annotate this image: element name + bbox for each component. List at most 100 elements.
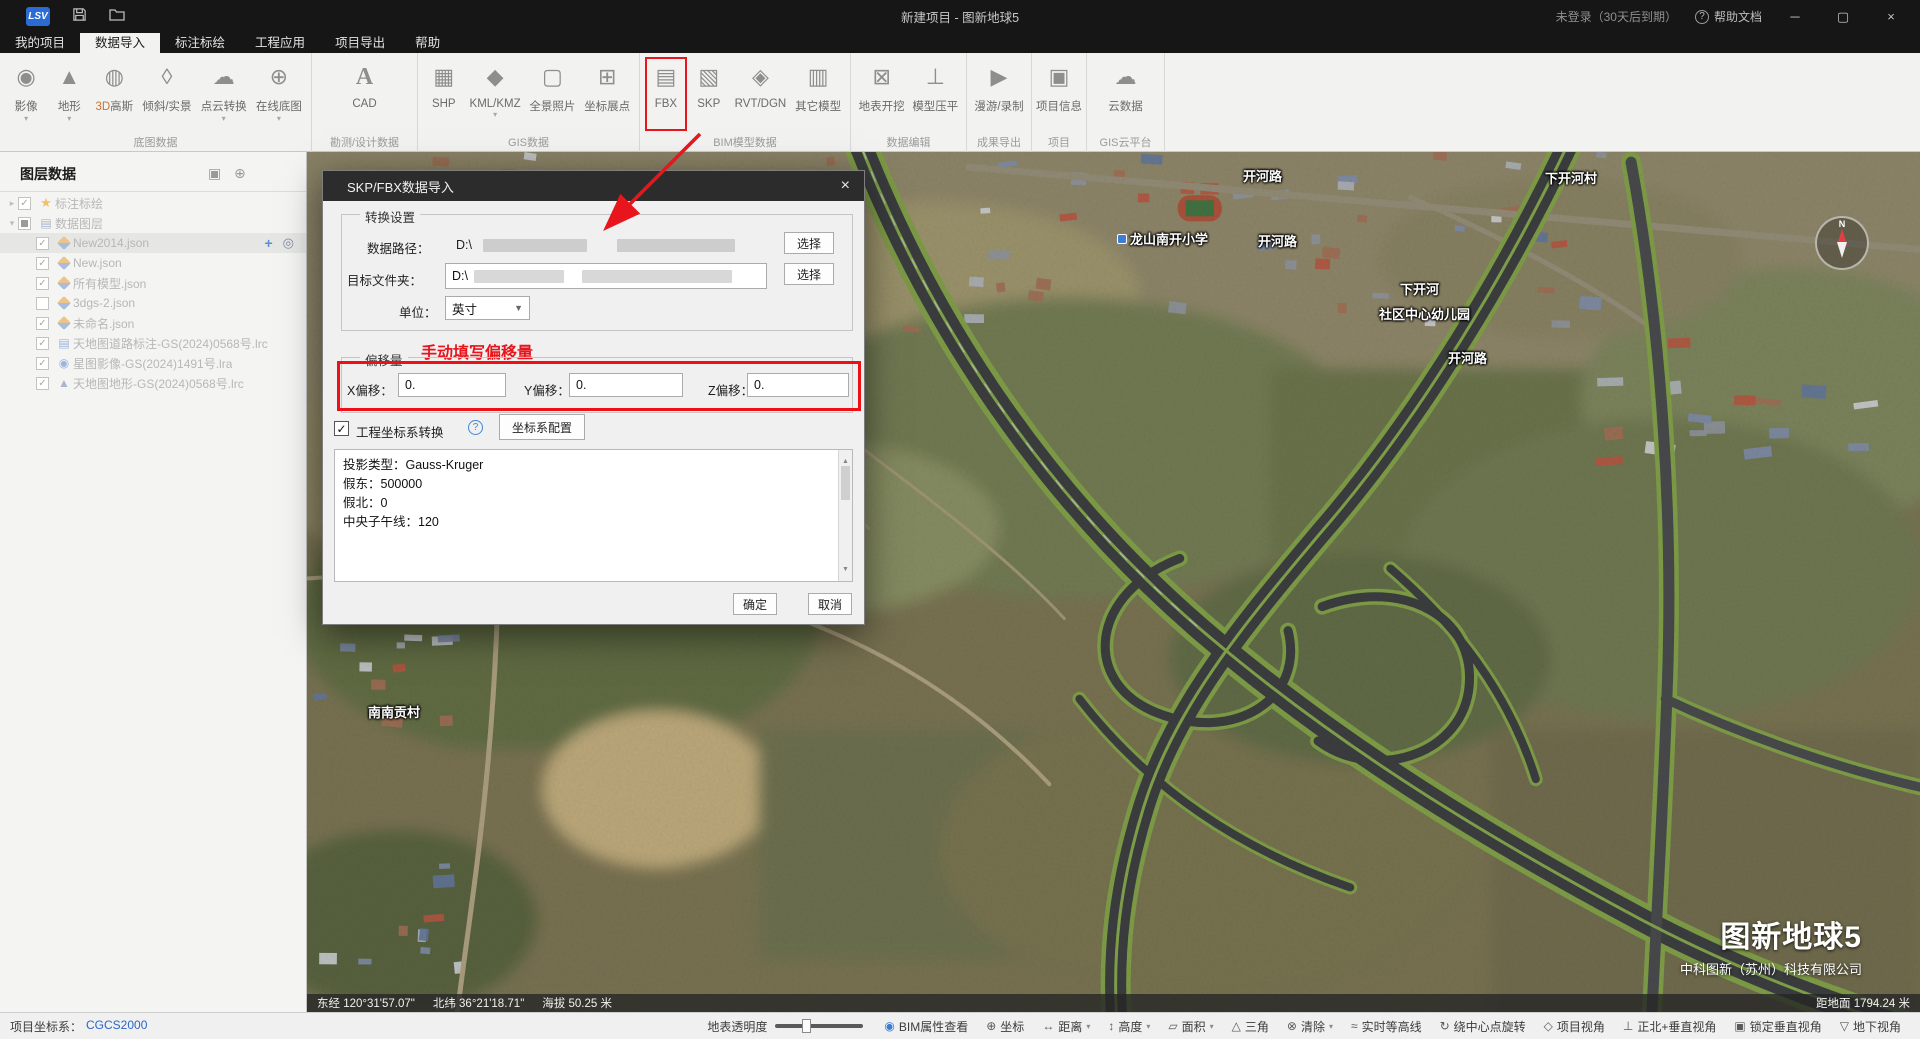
close-button[interactable]: × — [1876, 9, 1906, 24]
dialog-titlebar[interactable]: SKP/FBX数据导入 × — [323, 171, 864, 201]
layer-tree-item[interactable]: ✓New.json — [0, 253, 306, 273]
layer-checkbox[interactable] — [18, 217, 31, 230]
ribbon-button[interactable]: ACAD — [348, 60, 382, 110]
menu-tab[interactable]: 标注标绘 — [160, 33, 240, 53]
menu-tab[interactable]: 我的项目 — [0, 33, 80, 53]
layer-checkbox[interactable]: ✓ — [18, 197, 31, 210]
status-tool-BIM属性查看[interactable]: ◉BIM属性查看 — [877, 1013, 975, 1039]
layer-tree-item[interactable]: ✓▤天地图道路标注-GS(2024)0568号.lrc — [0, 333, 306, 353]
status-tool-绕中心点旋转[interactable]: ↻绕中心点旋转 — [1433, 1013, 1533, 1039]
zoom-to-layer-icon[interactable]: ◎ — [283, 235, 294, 251]
ribbon-button[interactable]: ◉影像▾ — [9, 60, 43, 122]
help-doc-button[interactable]: ?帮助文档 — [1695, 8, 1762, 25]
layer-tree-item[interactable]: ▾▤数据图层 — [0, 213, 306, 233]
ribbon-button[interactable]: ▤FBX — [649, 60, 683, 110]
ribbon-button[interactable]: ▥其它模型 — [795, 60, 841, 114]
slider-handle[interactable] — [802, 1019, 811, 1033]
status-tool-锁定垂直视角[interactable]: ▣锁定垂直视角 — [1727, 1013, 1828, 1039]
menu-tab[interactable]: 项目导出 — [320, 33, 400, 53]
projection-info-box[interactable]: 投影类型：Gauss-Kruger 假东：500000 假北：0 中央子午线：1… — [334, 449, 853, 582]
ribbon-button[interactable]: ▶漫游/录制 — [974, 60, 1023, 114]
ribbon-button[interactable]: ☁点云转换▾ — [201, 60, 247, 122]
layer-checkbox[interactable]: ✓ — [36, 257, 49, 270]
status-tool-高度[interactable]: ↕高度▾ — [1101, 1013, 1157, 1039]
layer-checkbox[interactable]: ✓ — [36, 357, 49, 370]
x-offset-input[interactable]: 0. — [398, 373, 506, 397]
y-offset-input[interactable]: 0. — [569, 373, 683, 397]
status-tool-地下视角[interactable]: ▽地下视角 — [1833, 1013, 1908, 1039]
ribbon-button[interactable]: ⊠地表开挖 — [859, 60, 905, 114]
scrollbar[interactable]: ▲ ▼ — [838, 450, 852, 581]
ribbon-button[interactable]: ⊞坐标展点 — [584, 60, 630, 114]
ribbon-button[interactable]: ▧SKP — [692, 60, 726, 110]
compass[interactable]: N — [1815, 216, 1869, 270]
ribbon-button[interactable]: ▦SHP — [427, 60, 461, 110]
scrollbar-thumb[interactable] — [841, 466, 850, 500]
crs-config-button[interactable]: 坐标系配置 — [499, 414, 585, 440]
ribbon-button[interactable]: ⊥模型压平 — [912, 60, 958, 114]
add-folder-icon[interactable]: ▣ — [208, 165, 221, 182]
layer-tree-item[interactable]: 3dgs-2.json — [0, 293, 306, 313]
crs-convert-checkbox[interactable]: ✓ — [334, 421, 349, 436]
status-tool-三角[interactable]: △三角 — [1225, 1013, 1276, 1039]
move-layer-icon[interactable]: + — [264, 235, 272, 251]
browse-data-path-button[interactable]: 选择 — [784, 232, 834, 254]
maximize-button[interactable]: ▢ — [1828, 9, 1858, 25]
layer-checkbox[interactable]: ✓ — [36, 237, 49, 250]
menu-tab[interactable]: 数据导入 — [80, 33, 160, 53]
project-crs-value[interactable]: CGCS2000 — [86, 1018, 147, 1035]
ribbon-button[interactable]: ◈RVT/DGN — [735, 60, 787, 110]
menu-tab[interactable]: 工程应用 — [240, 33, 320, 53]
status-tool-实时等高线[interactable]: ≈实时等高线 — [1344, 1013, 1429, 1039]
layer-tree-item[interactable]: ✓◉星图影像-GS(2024)1491号.lra — [0, 353, 306, 373]
layer-checkbox[interactable]: ✓ — [36, 277, 49, 290]
layer-checkbox[interactable]: ✓ — [36, 377, 49, 390]
dialog-close-icon[interactable]: × — [841, 177, 850, 195]
login-status[interactable]: 未登录（30天后到期） — [1556, 8, 1677, 25]
target-folder-input[interactable]: D:\ — [445, 263, 767, 289]
ribbon-button[interactable]: ◆KML/KMZ▾ — [470, 60, 521, 118]
expander-icon[interactable]: ▸ — [6, 198, 18, 209]
chevron-down-icon[interactable]: ▾ — [24, 115, 28, 122]
chevron-down-icon[interactable]: ▾ — [277, 115, 281, 122]
chevron-down-icon[interactable]: ▾ — [222, 115, 226, 122]
open-folder-icon[interactable] — [109, 7, 125, 26]
layer-tree-item[interactable]: ▸✓★标注标绘 — [0, 193, 306, 213]
layer-tree-item[interactable]: ✓▲天地图地形-GS(2024)0568号.lrc — [0, 373, 306, 393]
status-tool-坐标[interactable]: ⊕坐标 — [979, 1013, 1031, 1039]
chevron-down-icon[interactable]: ▾ — [493, 111, 497, 118]
layer-tree-item[interactable]: ✓所有模型.json — [0, 273, 306, 293]
status-tool-面积[interactable]: ▱面积▾ — [1161, 1013, 1220, 1039]
ribbon-button[interactable]: ◊倾斜/实景 — [142, 60, 191, 114]
minimize-button[interactable]: ─ — [1780, 9, 1810, 24]
layer-checkbox[interactable] — [36, 297, 49, 310]
status-tool-距离[interactable]: ↔距离▾ — [1035, 1013, 1097, 1039]
layer-tree-item[interactable]: ✓未命名.json — [0, 313, 306, 333]
status-tool-项目视角[interactable]: ◇项目视角 — [1537, 1013, 1612, 1039]
scroll-down-icon[interactable]: ▼ — [839, 560, 852, 579]
ribbon-button[interactable]: ⊕在线底图▾ — [256, 60, 302, 122]
menu-tab[interactable]: 帮助 — [400, 33, 455, 53]
unit-dropdown[interactable]: 英寸▼ — [445, 296, 530, 320]
layer-checkbox[interactable]: ✓ — [36, 337, 49, 350]
ok-button[interactable]: 确定 — [733, 593, 777, 615]
ribbon-button[interactable]: ▣项目信息 — [1036, 60, 1082, 114]
add-layer-icon[interactable]: ⊕ — [234, 165, 246, 182]
ribbon-button[interactable]: ◍3D高斯 — [95, 60, 133, 114]
map-place-label: 下开河 — [1400, 279, 1439, 298]
ribbon-button[interactable]: ▲地形▾ — [52, 60, 86, 122]
expander-icon[interactable]: ▾ — [6, 218, 18, 229]
browse-target-folder-button[interactable]: 选择 — [784, 263, 834, 285]
ribbon-button[interactable]: ▢全景照片 — [529, 60, 575, 114]
status-tool-清除[interactable]: ⊗清除▾ — [1280, 1013, 1340, 1039]
ribbon-button[interactable]: ☁云数据 — [1108, 60, 1143, 114]
layer-checkbox[interactable]: ✓ — [36, 317, 49, 330]
status-tool-正北+垂直视角[interactable]: ⊥正北+垂直视角 — [1616, 1013, 1723, 1039]
cancel-button[interactable]: 取消 — [808, 593, 852, 615]
crs-help-icon[interactable]: ? — [468, 420, 483, 435]
surface-opacity-slider[interactable] — [775, 1024, 863, 1028]
layer-tree-item[interactable]: ✓New2014.json+◎ — [0, 233, 306, 253]
chevron-down-icon[interactable]: ▾ — [67, 115, 71, 122]
z-offset-input[interactable]: 0. — [747, 373, 849, 397]
save-icon[interactable] — [72, 7, 87, 27]
